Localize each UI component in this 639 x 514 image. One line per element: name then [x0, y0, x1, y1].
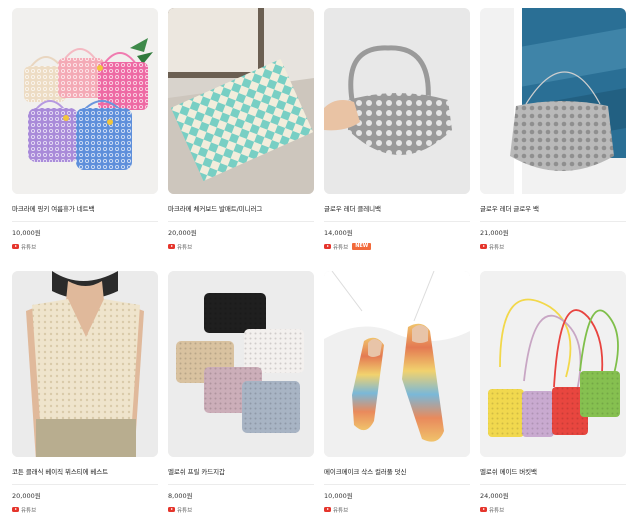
youtube-label: 유튜브	[333, 507, 349, 514]
youtube-icon	[480, 507, 487, 512]
youtube-link[interactable]: 유튜브	[480, 506, 504, 514]
youtube-link[interactable]: 유튜브	[12, 506, 36, 514]
youtube-icon	[12, 244, 19, 249]
product-title[interactable]: 메이크메이크 삭스 컬러풀 덧신	[324, 468, 470, 477]
product-meta: 유튜브	[324, 505, 470, 514]
product-price: 20,000원	[168, 229, 197, 237]
youtube-label: 유튜브	[333, 244, 349, 251]
youtube-label: 유튜브	[489, 244, 505, 251]
youtube-link[interactable]: 유튜브	[324, 243, 348, 251]
youtube-link[interactable]: 유튜브	[168, 506, 192, 514]
product-title[interactable]: 글로우 레더 글로우 백	[480, 205, 626, 214]
product-meta: 유튜브	[480, 505, 626, 514]
product-price: 10,000원	[324, 492, 353, 500]
product-grid: 마크라메 핑키 여름휴가 네트백 10,000원 유튜브 마크라메 체커보드 발…	[0, 0, 639, 514]
divider	[480, 221, 626, 222]
youtube-link[interactable]: 유튜브	[324, 506, 348, 514]
product-card[interactable]: 메이크메이크 삭스 컬러풀 덧신 10,000원 유튜브	[324, 271, 470, 514]
product-meta: 유튜브	[168, 242, 314, 251]
youtube-icon	[324, 507, 331, 512]
product-meta: 유튜브	[12, 242, 158, 251]
divider	[324, 221, 470, 222]
product-card[interactable]: 멜로쉬 메이드 버킷백 24,000원 유튜브	[480, 271, 626, 514]
product-image[interactable]	[480, 271, 626, 457]
new-badge: NEW	[352, 243, 372, 250]
youtube-link[interactable]: 유튜브	[480, 243, 504, 251]
product-image[interactable]	[168, 8, 314, 194]
product-price: 14,000원	[324, 229, 353, 237]
product-title[interactable]: 멜로쉬 메이드 버킷백	[480, 468, 626, 477]
product-title[interactable]: 글로우 레더 클레니백	[324, 205, 470, 214]
youtube-icon	[168, 244, 175, 249]
youtube-icon	[480, 244, 487, 249]
product-image[interactable]	[324, 8, 470, 194]
product-image[interactable]	[480, 8, 626, 194]
youtube-icon	[324, 244, 331, 249]
divider	[324, 484, 470, 485]
product-card[interactable]: 마크라메 체커보드 발매트/미니러그 20,000원 유튜브	[168, 8, 314, 251]
product-meta: 유튜브	[480, 242, 626, 251]
youtube-link[interactable]: 유튜브	[12, 243, 36, 251]
product-price: 10,000원	[12, 229, 41, 237]
product-card[interactable]: 글로우 레더 클레니백 14,000원 유튜브 NEW	[324, 8, 470, 251]
youtube-label: 유튜브	[21, 244, 37, 251]
youtube-label: 유튜브	[177, 507, 193, 514]
product-title[interactable]: 마크라메 체커보드 발매트/미니러그	[168, 205, 314, 214]
youtube-link[interactable]: 유튜브	[168, 243, 192, 251]
product-title[interactable]: 코튼 클래식 베이직 뷔스티에 베스트	[12, 468, 158, 477]
product-image[interactable]	[168, 271, 314, 457]
product-image[interactable]	[12, 8, 158, 194]
product-card[interactable]: 코튼 클래식 베이직 뷔스티에 베스트 20,000원 유튜브	[12, 271, 158, 514]
divider	[168, 221, 314, 222]
product-image[interactable]	[12, 271, 158, 457]
youtube-label: 유튜브	[21, 507, 37, 514]
product-card[interactable]: 글로우 레더 글로우 백 21,000원 유튜브	[480, 8, 626, 251]
youtube-label: 유튜브	[489, 507, 505, 514]
product-image[interactable]	[324, 271, 470, 457]
product-price: 24,000원	[480, 492, 509, 500]
product-card[interactable]: 마크라메 핑키 여름휴가 네트백 10,000원 유튜브	[12, 8, 158, 251]
product-price: 20,000원	[12, 492, 41, 500]
divider	[12, 221, 158, 222]
product-title[interactable]: 마크라메 핑키 여름휴가 네트백	[12, 205, 158, 214]
product-title[interactable]: 멜로쉬 프릴 카드지갑	[168, 468, 314, 477]
product-card[interactable]: 멜로쉬 프릴 카드지갑 8,000원 유튜브	[168, 271, 314, 514]
youtube-label: 유튜브	[177, 244, 193, 251]
product-meta: 유튜브	[168, 505, 314, 514]
product-meta: 유튜브 NEW	[324, 242, 470, 251]
product-meta: 유튜브	[12, 505, 158, 514]
youtube-icon	[168, 507, 175, 512]
divider	[168, 484, 314, 485]
divider	[12, 484, 158, 485]
product-price: 8,000원	[168, 492, 193, 500]
product-price: 21,000원	[480, 229, 509, 237]
divider	[480, 484, 626, 485]
youtube-icon	[12, 507, 19, 512]
